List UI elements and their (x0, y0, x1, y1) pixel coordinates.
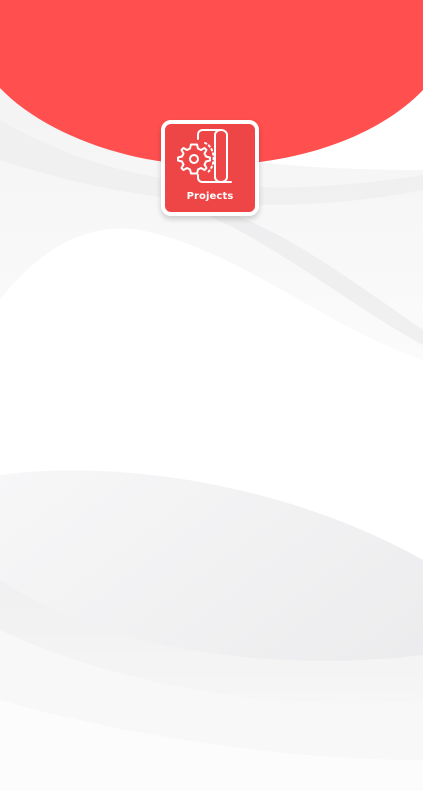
projects-tile[interactable]: Projects (161, 120, 259, 216)
home-screen: Projects (0, 0, 423, 791)
project-settings-icon (177, 129, 232, 183)
projects-tile-label: Projects (186, 191, 234, 202)
